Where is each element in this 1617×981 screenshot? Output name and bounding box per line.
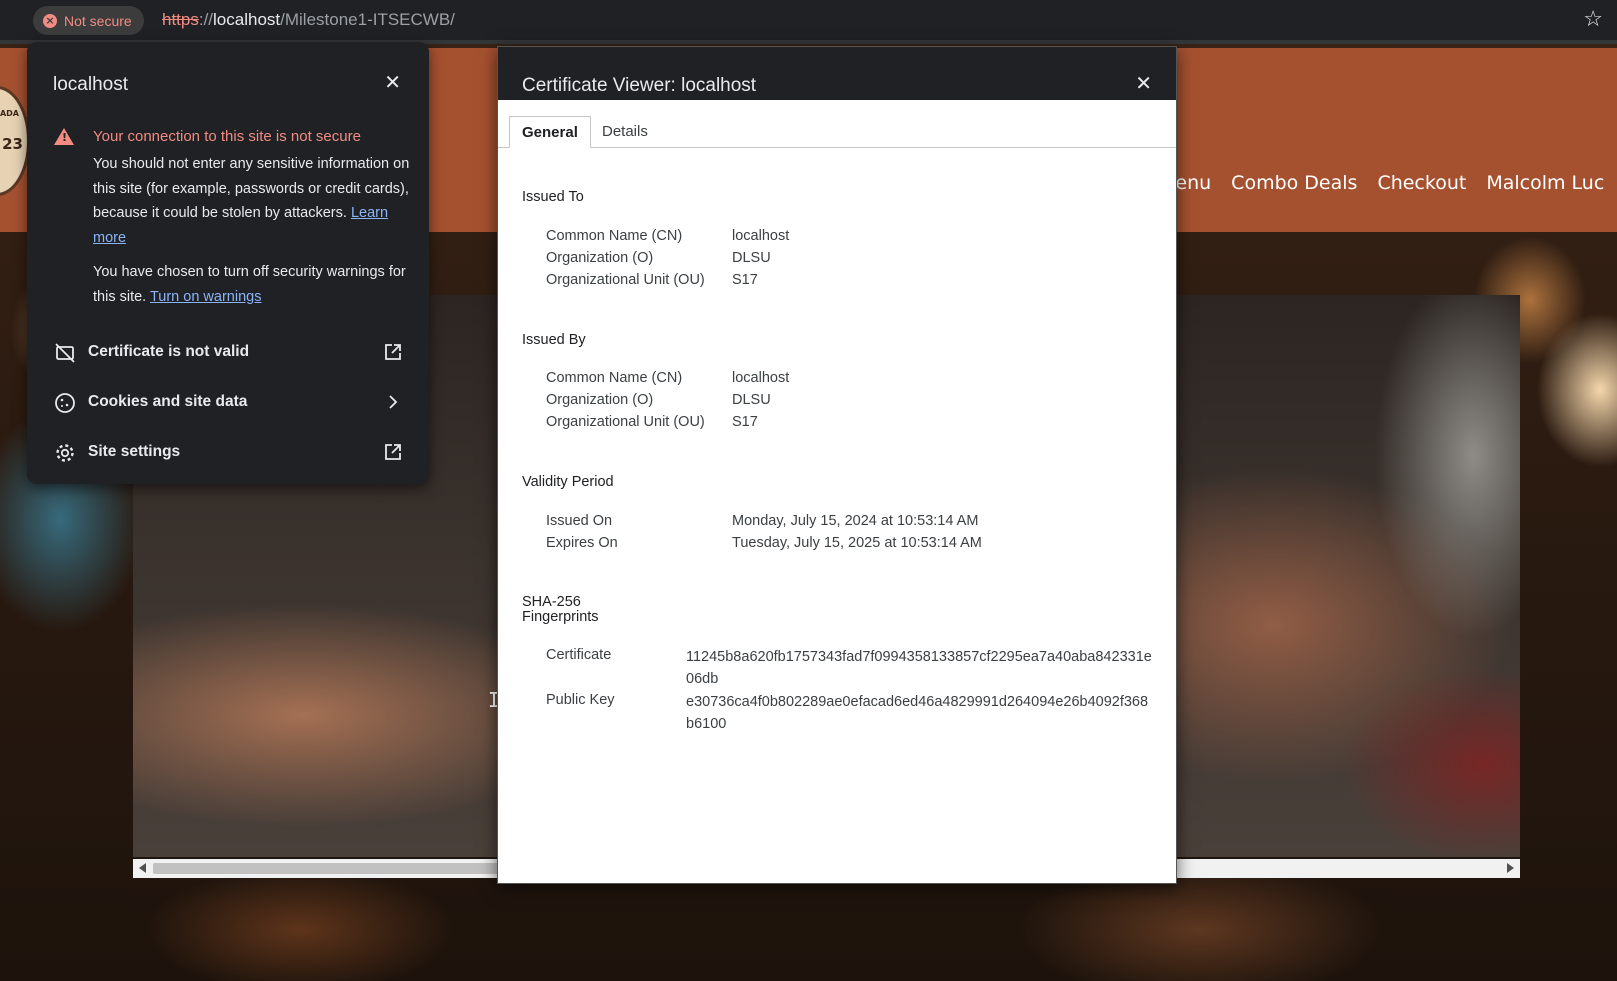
issued-to-ou-value: S17 [732, 272, 758, 288]
issued-to-cn-label: Common Name (CN) [546, 228, 683, 244]
issued-to-o-value: DLSU [732, 250, 771, 266]
address-bar-edge [0, 14, 4, 28]
certificate-viewer-titlebar: Certificate Viewer: localhost ✕ [498, 47, 1176, 100]
validity-heading: Validity Period [522, 474, 614, 490]
warning-body: You should not enter any sensitive infor… [93, 152, 411, 250]
cookies-row[interactable]: Cookies and site data [27, 380, 429, 426]
issued-by-cn-value: localhost [732, 370, 790, 386]
public-key-fingerprint-value: e30736ca4f0b802289ae0efacad6ed46a4829991… [686, 694, 1149, 732]
issued-by-o-label: Organization (O) [546, 392, 654, 408]
fingerprints-heading-line2: Fingerprints [522, 609, 599, 625]
security-chip-label: Not secure [64, 12, 132, 29]
expires-on-label: Expires On [546, 535, 618, 551]
scroll-left-arrow-icon[interactable] [139, 863, 146, 873]
site-nav: Menu Combo Deals Checkout Malcolm Luc [1159, 172, 1617, 194]
issued-to-heading: Issued To [522, 189, 584, 205]
nav-checkout[interactable]: Checkout [1377, 172, 1466, 194]
open-external-icon [385, 344, 401, 360]
bookmark-star-icon[interactable]: ☆ [1583, 7, 1603, 32]
issued-to-cn-value: localhost [732, 228, 790, 244]
close-icon[interactable]: ✕ [384, 70, 401, 94]
warning-icon [54, 128, 74, 145]
warnings-off-notice: You have chosen to turn off security war… [93, 260, 411, 309]
url-path: /Milestone1-ITSECWB/ [280, 10, 455, 29]
certificate-fingerprint-value: 11245b8a620fb1757343fad7f0994358133857cf… [686, 649, 1152, 687]
tab-details[interactable]: Details [590, 116, 660, 148]
url-separator: :// [198, 10, 214, 29]
dialog-title: Certificate Viewer: localhost [522, 75, 757, 96]
site-settings-row-label: Site settings [88, 443, 181, 460]
close-icon[interactable]: ✕ [1135, 71, 1152, 95]
open-external-icon [385, 444, 401, 460]
issued-to-o-label: Organization (O) [546, 250, 654, 266]
issued-by-heading: Issued By [522, 332, 586, 348]
url-field[interactable]: https://localhost/Milestone1-ITSECWB/ [162, 10, 455, 30]
popup-title: localhost [53, 74, 128, 95]
nav-user-account[interactable]: Malcolm Luc [1486, 172, 1604, 194]
certificate-invalid-icon [55, 343, 75, 363]
browser-address-bar: × Not secure https://localhost/Milestone… [0, 0, 1617, 44]
site-info-popup: localhost ✕ Your connection to this site… [27, 42, 429, 484]
warning-title: Your connection to this site is not secu… [93, 128, 361, 145]
certificate-row[interactable]: Certificate is not valid [27, 330, 429, 376]
turn-on-warnings-link[interactable]: Turn on warnings [150, 289, 262, 305]
scroll-right-arrow-icon[interactable] [1507, 863, 1514, 873]
gear-icon [56, 444, 74, 462]
fingerprints-heading-line1: SHA-256 [522, 594, 581, 610]
public-key-fingerprint-label: Public Key [546, 692, 615, 708]
issued-to-ou-label: Organizational Unit (OU) [546, 272, 705, 288]
chevron-right-icon [389, 395, 398, 409]
url-host: localhost [213, 10, 281, 29]
expires-on-value: Tuesday, July 15, 2025 at 10:53:14 AM [732, 535, 982, 551]
issued-on-value: Monday, July 15, 2024 at 10:53:14 AM [732, 513, 979, 529]
issued-by-ou-label: Organizational Unit (OU) [546, 414, 705, 430]
issued-by-ou-value: S17 [732, 414, 758, 430]
security-chip[interactable]: × Not secure [33, 6, 144, 35]
site-settings-row[interactable]: Site settings [27, 430, 429, 476]
logo-top-text: KADA [0, 109, 19, 118]
certificate-row-label: Certificate is not valid [88, 343, 250, 360]
nav-combo-deals[interactable]: Combo Deals [1231, 172, 1357, 194]
url-scheme: https [162, 10, 199, 29]
certificate-tabs: General Details [498, 116, 1176, 148]
not-secure-icon: × [43, 13, 57, 28]
tab-general[interactable]: General [509, 116, 591, 148]
cookies-row-label: Cookies and site data [88, 393, 248, 410]
issued-by-cn-label: Common Name (CN) [546, 370, 683, 386]
certificate-viewer-dialog: Certificate Viewer: localhost ✕ General … [497, 46, 1177, 884]
issued-by-o-value: DLSU [732, 392, 771, 408]
certificate-fingerprint-label: Certificate [546, 647, 612, 663]
issued-on-label: Issued On [546, 513, 613, 529]
logo-text: 23 [2, 135, 23, 153]
cookie-icon [55, 393, 75, 413]
